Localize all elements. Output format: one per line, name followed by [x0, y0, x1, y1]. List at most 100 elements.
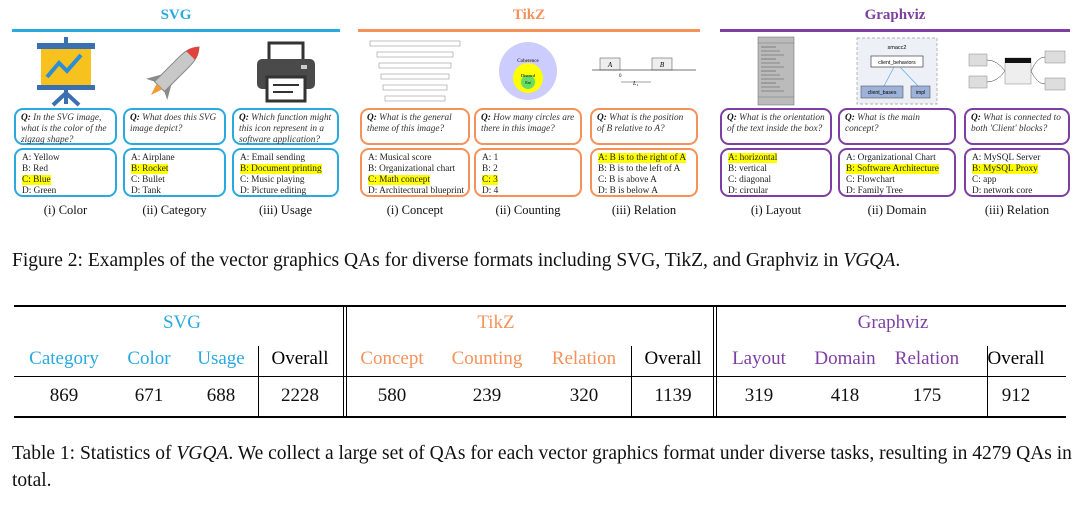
- section-divider: [358, 29, 700, 32]
- option: B: B is to the left of A: [598, 164, 690, 175]
- options-box: A: MySQL Server B: MySQL Proxy C: app D: ne…: [964, 148, 1070, 197]
- length-label: L₁: [632, 81, 638, 87]
- table-group-header: SVG: [162, 312, 201, 333]
- question-prefix: Q:: [21, 113, 31, 123]
- correct-option: B: MySQL Proxy: [972, 164, 1038, 174]
- option-text: A: 1: [482, 153, 499, 163]
- table-cell: 239: [472, 385, 502, 406]
- option: B: MySQL Proxy: [972, 164, 1062, 175]
- node-label: impl: [916, 90, 926, 96]
- question-text: What is connected to both 'Client' block…: [971, 113, 1061, 134]
- option: D: Architectural blueprint: [368, 186, 464, 197]
- section-title-svg: SVG: [160, 7, 192, 23]
- record-node-thumbnail: [720, 35, 832, 107]
- option-text: A: Organizational Chart: [846, 153, 936, 163]
- option-text: D: B is below A: [598, 186, 658, 196]
- option: A: Airplane: [131, 153, 218, 164]
- table-top-rule: [14, 305, 1066, 307]
- option-text: A: MySQL Server: [972, 153, 1041, 163]
- option-text: D: Tank: [131, 186, 161, 196]
- option-text: C: Bullet: [131, 175, 165, 185]
- question-box: Q: What is the orientation of the text i…: [720, 108, 832, 145]
- option-text: D: Picture editing: [240, 186, 307, 196]
- circle-label: Discord: [521, 73, 536, 78]
- option: D: Picture editing: [240, 186, 331, 197]
- table-caption: Table 1: Statistics of VGQA. We collect …: [12, 443, 1072, 491]
- table-column-header: Concept: [360, 348, 424, 369]
- option: B: Red: [22, 164, 109, 175]
- option: C: 3: [482, 175, 574, 186]
- question-text: What does this SVG image depict?: [130, 113, 217, 134]
- overall-separator: [987, 346, 988, 416]
- table-mid-rule: [14, 376, 1066, 377]
- option-text: A: Yellow: [22, 153, 60, 163]
- node-label: client_bases: [868, 90, 897, 96]
- circle-label: Coherence: [517, 59, 539, 64]
- option-text: D: network core: [972, 186, 1033, 196]
- option: B: Software Architecture: [846, 164, 948, 175]
- nested-circles: Coherence Discord Ent: [474, 35, 582, 107]
- question-box: Q: What is the general theme of this ima…: [360, 108, 470, 145]
- group-separator: [343, 306, 347, 416]
- option-text: C: app: [972, 175, 997, 185]
- rocket-icon: [123, 35, 226, 107]
- option: C: diagonal: [728, 175, 824, 186]
- option: D: Green: [22, 186, 109, 197]
- option: C: Bullet: [131, 175, 218, 186]
- correct-option: B: Rocket: [131, 164, 169, 174]
- options-box: A: Email sending B: Document printing C: M…: [232, 148, 339, 197]
- table-column-header: Overall: [987, 348, 1045, 369]
- question-prefix: Q:: [971, 113, 981, 123]
- option: D: Family Tree: [846, 186, 948, 197]
- question-prefix: Q:: [481, 113, 491, 123]
- panel-caption: (i) Concept: [386, 203, 444, 217]
- panel-caption: (i) Layout: [750, 203, 802, 217]
- option-text: B: vertical: [728, 164, 767, 174]
- overall-separator: [258, 346, 259, 416]
- printer-icon: [232, 35, 339, 107]
- question-prefix: Q:: [845, 113, 855, 123]
- option: A: Email sending: [240, 153, 331, 164]
- question-text: What is the main concept?: [845, 113, 920, 134]
- table-cell: 580: [377, 385, 407, 406]
- graph-diagram: [964, 35, 1070, 107]
- option-text: B: B is to the left of A: [598, 164, 681, 174]
- options-box: A: Airplane B: Rocket C: Bullet D: Tank: [123, 148, 226, 197]
- option-text: A: Musical score: [368, 153, 432, 163]
- correct-option: C: Math concept: [368, 175, 430, 185]
- option: B: Organizational chart: [368, 164, 462, 175]
- table-cell: 912: [1001, 385, 1031, 406]
- option: A: MySQL Server: [972, 153, 1062, 164]
- option-text: C: diagonal: [728, 175, 772, 185]
- box-label: B: [660, 61, 665, 69]
- position-diagram: ABx0L₁: [590, 35, 698, 107]
- option: C: Math concept: [368, 175, 462, 186]
- option-text: D: circular: [728, 186, 769, 196]
- option: D: circular: [728, 186, 824, 197]
- table-column-header: Counting: [451, 348, 523, 369]
- option-text: C: B is above A: [598, 175, 657, 185]
- option: C: app: [972, 175, 1062, 186]
- option: A: Organizational Chart: [846, 153, 948, 164]
- panel-caption: (ii) Counting: [495, 203, 561, 217]
- section-divider: [12, 29, 340, 32]
- option: C: B is above A: [598, 175, 690, 186]
- option: B: 2: [482, 164, 574, 175]
- option-text: D: Green: [22, 186, 57, 196]
- question-box: Q: In the SVG image, what is the color o…: [14, 108, 117, 145]
- question-prefix: Q:: [597, 113, 607, 123]
- option: B: vertical: [728, 164, 824, 175]
- correct-option: B: Document printing: [240, 164, 322, 174]
- section-title-tikz: TikZ: [512, 7, 546, 23]
- options-box: A: Organizational Chart B: Software Archi…: [838, 148, 956, 197]
- correct-option: C: Blue: [22, 175, 51, 185]
- options-box: A: Musical score B: Organizational chart C…: [360, 148, 470, 197]
- option: C: Flowchart: [846, 175, 948, 186]
- option-text: C: Flowchart: [846, 175, 895, 185]
- question-text: What is the position of B relative to A?: [597, 113, 684, 134]
- option-text: D: 4: [482, 186, 499, 196]
- panel-caption: (ii) Domain: [867, 203, 927, 217]
- question-text: What is the general theme of this image?: [367, 113, 452, 134]
- option: A: 1: [482, 153, 574, 164]
- options-box: A: 1 B: 2 C: 3 D: 4: [474, 148, 582, 197]
